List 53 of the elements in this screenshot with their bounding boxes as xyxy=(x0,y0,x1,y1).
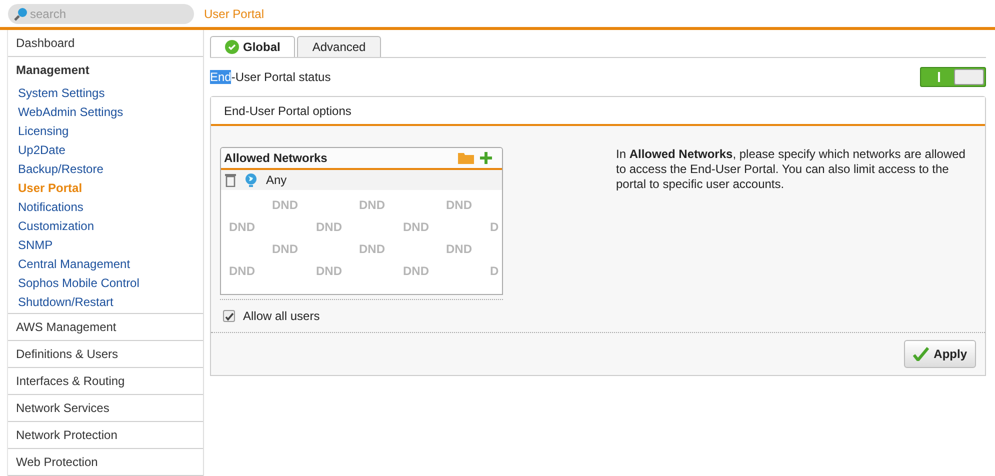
search-field[interactable]: search xyxy=(30,4,180,22)
drop-hint: DND xyxy=(403,219,430,236)
sidebar-section[interactable]: Dashboard xyxy=(8,30,203,56)
page-title: User Portal xyxy=(204,6,264,22)
list-title: Allowed Networks xyxy=(224,150,328,167)
sidebar-section[interactable]: AWS Management xyxy=(8,314,203,340)
tab[interactable]: Global xyxy=(210,36,296,57)
sidebar-section[interactable]: Web Protection xyxy=(8,449,203,475)
sidebar-item[interactable]: Notifications xyxy=(8,197,203,216)
sidebar-item[interactable]: Licensing xyxy=(8,121,203,140)
help-text: In Allowed Networks, please specify which networks are allowed to access the End-User Portal. You can also limit access to the portal to specific user accounts. xyxy=(616,147,966,193)
drop-hint: DND xyxy=(229,219,256,236)
drop-hint: DND xyxy=(316,263,343,280)
sidebar-item[interactable]: System Settings xyxy=(8,83,203,102)
sidebar-section[interactable]: Interfaces & Routing xyxy=(8,368,203,394)
check-icon xyxy=(912,347,929,361)
checkbox-label: Allow all users xyxy=(243,308,320,325)
apply-button[interactable]: Apply xyxy=(904,340,976,368)
plus-icon[interactable] xyxy=(480,152,492,164)
sidebar-item[interactable]: Backup/Restore xyxy=(8,159,203,178)
search-box[interactable]: search xyxy=(8,4,194,24)
sidebar-item[interactable]: Central Management xyxy=(8,254,203,273)
status-label: End-User Portal status xyxy=(210,69,331,86)
status-toggle[interactable] xyxy=(920,67,986,87)
drop-hint: DND xyxy=(359,197,386,214)
sidebar-section[interactable]: Network Protection xyxy=(8,422,203,448)
drop-hint: DND xyxy=(229,263,256,280)
sidebar-item[interactable]: Sophos Mobile Control xyxy=(8,273,203,292)
drop-hint: DND xyxy=(316,219,343,236)
sidebar-item[interactable]: WebAdmin Settings xyxy=(8,102,203,121)
check-icon xyxy=(225,40,239,54)
sidebar-section[interactable]: Definitions & Users xyxy=(8,341,203,367)
drop-hint: D xyxy=(490,263,500,280)
sidebar-item[interactable]: Up2Date xyxy=(8,140,203,159)
folder-icon[interactable] xyxy=(458,152,474,164)
drop-hint: DND xyxy=(403,263,430,280)
drop-hint: DND xyxy=(272,197,299,214)
drop-hint: DND xyxy=(446,197,473,214)
sidebar-item[interactable]: SNMP xyxy=(8,235,203,254)
search-icon xyxy=(14,6,28,20)
sidebar-section[interactable]: Management xyxy=(8,57,203,83)
network-name: Any xyxy=(266,172,287,189)
sidebar-item[interactable]: Customization xyxy=(8,216,203,235)
checkbox[interactable] xyxy=(223,310,235,322)
sidebar-item[interactable]: Shutdown/Restart xyxy=(8,292,203,311)
drop-hint: DND xyxy=(272,241,299,258)
trash-icon[interactable] xyxy=(225,174,236,186)
drop-hint: DND xyxy=(446,241,473,258)
panel-header: End-User Portal options xyxy=(211,97,985,126)
drop-hint: D xyxy=(490,219,500,236)
tab[interactable]: Advanced xyxy=(297,36,381,57)
drop-hint: DND xyxy=(359,241,386,258)
sidebar-section[interactable]: Network Services xyxy=(8,395,203,421)
